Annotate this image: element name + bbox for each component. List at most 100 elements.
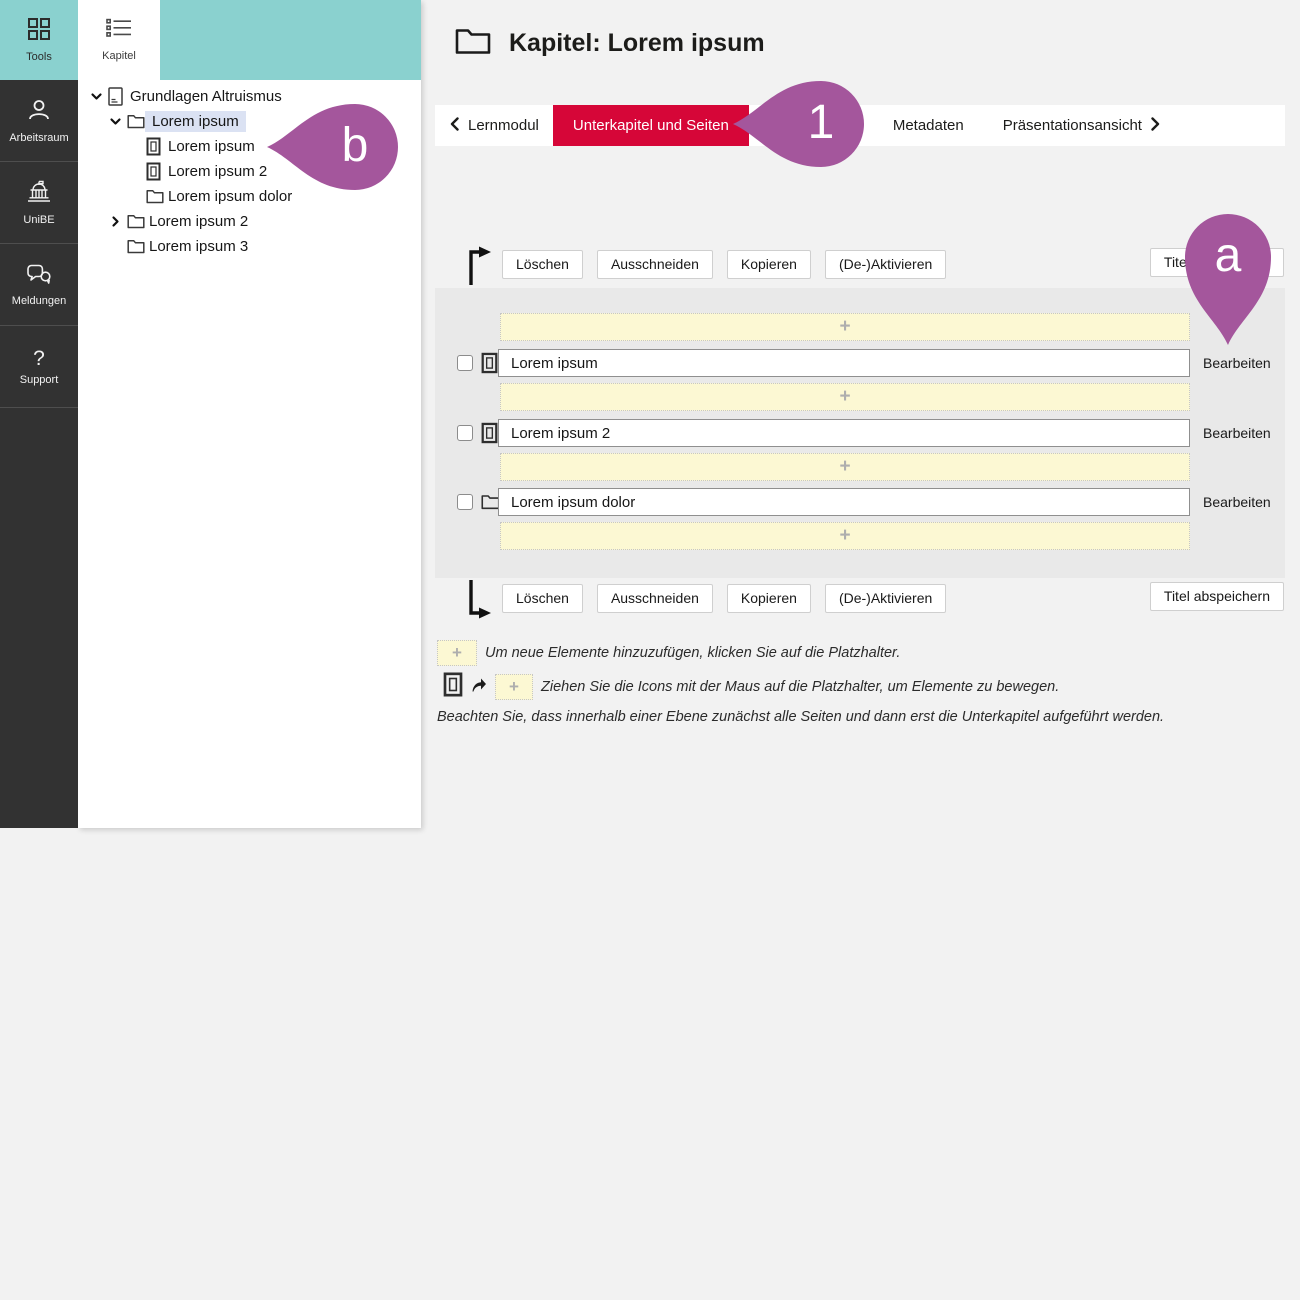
annotation-pin-label: b <box>311 103 399 191</box>
plus-icon: + <box>452 641 462 664</box>
move-arrow-icon <box>471 677 487 698</box>
delete-button[interactable]: Löschen <box>502 250 583 279</box>
chevron-left-icon <box>450 117 459 135</box>
folder-icon <box>455 27 491 60</box>
tree-item-label: Lorem ipsum <box>166 136 257 157</box>
folder-icon <box>127 114 147 129</box>
university-icon <box>26 180 52 209</box>
list-icon <box>106 18 132 43</box>
row-checkbox[interactable] <box>457 355 473 371</box>
toolbar-bottom: Löschen Ausschneiden Kopieren (De-)Aktiv… <box>502 584 960 613</box>
apply-up-arrow-icon <box>464 244 492 291</box>
page-icon <box>443 671 463 703</box>
rail-item-label: Meldungen <box>12 296 66 307</box>
placeholder-sample: + <box>495 674 533 700</box>
page-icon[interactable] <box>481 422 498 449</box>
placeholder-drop-zone[interactable]: + <box>500 453 1190 481</box>
plus-icon: + <box>839 314 850 339</box>
grid-icon <box>27 17 51 46</box>
save-titles-button-bottom[interactable]: Titel abspeichern <box>1150 582 1284 611</box>
toolbar-top: Löschen Ausschneiden Kopieren (De-)Aktiv… <box>502 250 960 279</box>
tab-kapitel[interactable]: Kapitel <box>78 0 160 80</box>
tab-metadaten[interactable]: Metadaten <box>893 117 964 134</box>
plus-icon: + <box>839 523 850 548</box>
left-rail: Tools Arbeitsraum UniBE Meldungen ? Supp… <box>0 0 78 828</box>
page-icon[interactable] <box>481 352 498 379</box>
placeholder-drop-zone[interactable]: + <box>500 383 1190 411</box>
plus-icon: + <box>839 454 850 479</box>
document-icon <box>108 87 128 106</box>
tab-unterkapitel-und-seiten[interactable]: Unterkapitel und Seiten <box>553 105 749 146</box>
help-line-2: + Ziehen Sie die Icons mit der Maus auf … <box>443 671 1059 703</box>
rail-item-support[interactable]: ? Support <box>0 326 78 408</box>
de-activate-button[interactable]: (De-)Aktivieren <box>825 584 946 613</box>
cut-button[interactable]: Ausschneiden <box>597 250 713 279</box>
chapter-list-panel: + Bearbeiten + Bearbeiten + Bearb <box>435 288 1285 578</box>
tree-item-lorem-ipsum-2-chapter[interactable]: Lorem ipsum 2 <box>78 209 421 234</box>
edit-link[interactable]: Bearbeiten <box>1203 355 1271 371</box>
tab-label: Lernmodul <box>468 117 539 134</box>
row-checkbox[interactable] <box>457 494 473 510</box>
edit-link[interactable]: Bearbeiten <box>1203 494 1271 510</box>
page-title: Kapitel: Lorem ipsum <box>509 29 765 58</box>
tab-label: Metadaten <box>893 117 964 134</box>
rail-item-unibe[interactable]: UniBE <box>0 162 78 244</box>
chevron-right-icon <box>1151 117 1160 135</box>
chat-icon <box>26 263 52 290</box>
tree-item-label-selected: Lorem ipsum <box>145 111 246 132</box>
rail-item-tools[interactable]: Tools <box>0 0 78 80</box>
rail-item-meldungen[interactable]: Meldungen <box>0 244 78 326</box>
title-input[interactable] <box>498 349 1190 377</box>
list-row-lorem-ipsum: Bearbeiten <box>457 349 1285 377</box>
copy-button[interactable]: Kopieren <box>727 250 811 279</box>
chevron-down-icon[interactable] <box>90 90 108 103</box>
apply-down-arrow-icon <box>464 579 492 626</box>
placeholder-drop-zone[interactable]: + <box>500 522 1190 550</box>
annotation-pin-1: 1 <box>732 80 866 168</box>
help-text: Ziehen Sie die Icons mit der Maus auf di… <box>541 679 1059 695</box>
plus-icon: + <box>839 384 850 409</box>
rail-item-arbeitsraum[interactable]: Arbeitsraum <box>0 80 78 162</box>
tree-item-lorem-ipsum-3-chapter[interactable]: Lorem ipsum 3 <box>78 234 421 259</box>
copy-button[interactable]: Kopieren <box>727 584 811 613</box>
title-input[interactable] <box>498 419 1190 447</box>
chevron-right-icon[interactable] <box>109 215 127 228</box>
folder-icon <box>127 214 147 229</box>
de-activate-button[interactable]: (De-)Aktivieren <box>825 250 946 279</box>
page-header: Kapitel: Lorem ipsum <box>455 27 765 60</box>
tree-item-label: Lorem ipsum 2 <box>147 211 250 232</box>
help-text: Beachten Sie, dass innerhalb einer Ebene… <box>437 709 1164 725</box>
delete-button[interactable]: Löschen <box>502 584 583 613</box>
help-text: Um neue Elemente hinzuzufügen, klicken S… <box>485 645 900 661</box>
rail-item-label: Tools <box>26 52 52 63</box>
annotation-pin-b: b <box>266 103 400 191</box>
page-icon <box>146 162 166 181</box>
tab-label: Unterkapitel und Seiten <box>573 117 729 134</box>
panel-header-strip <box>160 0 421 80</box>
chevron-down-icon[interactable] <box>109 115 127 128</box>
help-line-1: + Um neue Elemente hinzuzufügen, klicken… <box>437 640 900 666</box>
rail-item-label: Arbeitsraum <box>9 133 68 144</box>
plus-icon: + <box>509 675 519 698</box>
tab-praesentationsansicht[interactable]: Präsentationsansicht <box>1003 117 1160 135</box>
page-icon <box>146 137 166 156</box>
row-checkbox[interactable] <box>457 425 473 441</box>
cut-button[interactable]: Ausschneiden <box>597 584 713 613</box>
tab-lernmodul[interactable]: Lernmodul <box>450 117 539 135</box>
edit-link[interactable]: Bearbeiten <box>1203 425 1271 441</box>
annotation-pin-a: a <box>1184 212 1272 346</box>
person-icon <box>27 98 51 127</box>
tree-item-label: Lorem ipsum 3 <box>147 236 250 257</box>
help-line-3: Beachten Sie, dass innerhalb einer Ebene… <box>437 709 1164 725</box>
tree-item-label: Lorem ipsum 2 <box>166 161 269 182</box>
folder-icon <box>127 239 147 254</box>
title-input[interactable] <box>498 488 1190 516</box>
list-row-lorem-ipsum-dolor: Bearbeiten <box>457 488 1285 516</box>
tab-label: Präsentationsansicht <box>1003 117 1142 134</box>
rail-item-label: Support <box>20 375 59 386</box>
folder-icon <box>146 189 166 204</box>
list-row-lorem-ipsum-2: Bearbeiten <box>457 419 1285 447</box>
placeholder-sample: + <box>437 640 477 666</box>
placeholder-drop-zone[interactable]: + <box>500 313 1190 341</box>
tab-kapitel-label: Kapitel <box>102 50 136 62</box>
